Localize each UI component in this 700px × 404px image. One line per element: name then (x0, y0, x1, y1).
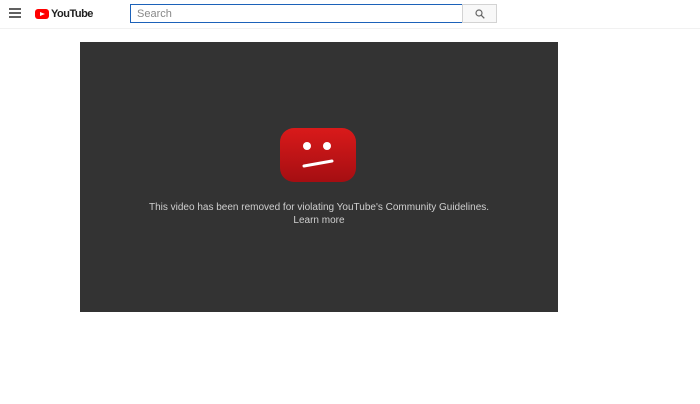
learn-more-container: Learn more (80, 215, 558, 227)
logo-text: YouTube (51, 8, 93, 20)
hamburger-menu-icon[interactable] (9, 8, 21, 18)
video-player[interactable]: This video has been removed for violatin… (80, 42, 558, 312)
search-button[interactable] (462, 4, 497, 23)
youtube-logo[interactable]: YouTube (35, 6, 93, 22)
masthead: YouTube (0, 0, 700, 29)
sad-face-icon (280, 128, 356, 182)
error-message: This video has been removed for violatin… (148, 202, 490, 213)
search-icon (475, 9, 485, 19)
search-input[interactable] (130, 4, 463, 23)
youtube-logo-icon (35, 9, 49, 19)
learn-more-link[interactable]: Learn more (293, 215, 344, 226)
